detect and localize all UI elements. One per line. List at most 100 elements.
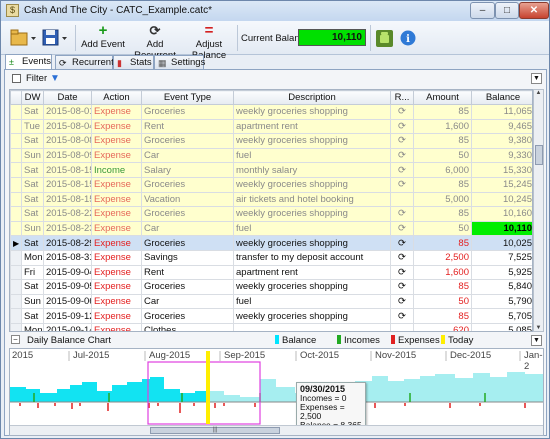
chart-horizontal-scrollbar[interactable]: ||| (10, 425, 543, 435)
legend-label: Incomes (344, 335, 380, 346)
cell-date: 2015-08-31 (43, 249, 92, 266)
row-selector[interactable] (10, 176, 22, 193)
cell-dw: Mon (21, 322, 44, 331)
table-row[interactable]: Sat 2015-08-15 Income Salary monthly salary ⟳… (10, 162, 532, 178)
legend-today[interactable]: Today (441, 335, 473, 346)
chart-scrollbar-thumb[interactable]: ||| (150, 427, 280, 434)
cell-dw: Sat (21, 104, 44, 120)
tab-recurrent[interactable]: ⟳ Recurrent (55, 55, 114, 70)
cell-action: Expense (91, 220, 142, 237)
recurrent-icon: ⟳ (149, 23, 161, 38)
row-selector[interactable] (10, 206, 22, 222)
cell-action: Expense (91, 293, 142, 310)
column-header[interactable]: Amount (413, 90, 472, 105)
android-sync-button[interactable] (375, 27, 395, 49)
add-recurrent-button[interactable]: ⟳ Add Recurrent (127, 23, 183, 61)
cell-amount: 85 (413, 104, 472, 120)
legend-expenses[interactable]: Expenses (391, 335, 440, 346)
info-icon: i (400, 30, 416, 46)
table-row[interactable]: Sat 2015-08-15 Expense Groceries weekly groc… (10, 176, 532, 193)
table-row[interactable]: Sat 2015-08-01 Expense Groceries weekly groc… (10, 104, 532, 120)
row-selector[interactable] (10, 191, 22, 208)
row-selector[interactable]: ▶ (10, 235, 22, 251)
row-selector[interactable] (10, 279, 22, 295)
filter-checkbox[interactable] (12, 74, 21, 83)
table-row[interactable]: Mon 2015-09-14 Expense Clothes 620 5,085 (10, 322, 532, 331)
cell-dw: Tue (21, 118, 44, 135)
legend-balance[interactable]: Balance (275, 335, 316, 346)
column-header[interactable]: Date (43, 90, 92, 105)
minimize-button[interactable]: – (470, 2, 495, 19)
cell-amount: 50 (413, 293, 472, 310)
table-row[interactable]: Tue 2015-08-04 Expense Rent apartment rent ⟳ 1… (10, 118, 532, 135)
add-event-button[interactable]: + Add Event (81, 23, 125, 53)
balance-swatch (275, 335, 279, 344)
row-selector[interactable] (10, 162, 22, 178)
table-row[interactable]: Sat 2015-08-08 Expense Groceries weekly groc… (10, 133, 532, 149)
equals-icon: = (204, 22, 214, 39)
table-row[interactable]: Sat 2015-08-22 Expense Groceries weekly groc… (10, 206, 532, 222)
scroll-down-icon[interactable]: ▼ (534, 325, 543, 331)
row-selector[interactable] (10, 220, 22, 237)
cell-amount: 85 (413, 235, 472, 251)
legend-incomes[interactable]: Incomes (337, 335, 380, 346)
table-row[interactable]: ▶ Sat 2015-08-29 Expense Groceries weekly gro… (10, 235, 532, 251)
maximize-button[interactable]: □ (495, 2, 519, 19)
scroll-up-icon[interactable]: ▲ (534, 90, 543, 96)
cell-amount: 50 (413, 220, 472, 237)
close-button[interactable]: ✕ (519, 2, 549, 19)
cell-desc: fuel (233, 147, 391, 164)
cell-dw: Sat (21, 162, 44, 178)
chart-plot (10, 351, 543, 425)
row-selector[interactable] (10, 293, 22, 310)
expenses-swatch (391, 335, 395, 344)
cell-action: Expense (91, 249, 142, 266)
table-row[interactable]: Fri 2015-09-04 Expense Rent apartment rent ⟳ 1… (10, 264, 532, 281)
tab-events[interactable]: ± Events (5, 54, 52, 70)
table-row[interactable]: Sun 2015-09-06 Expense Car fuel ⟳ 50 5,790 (10, 293, 532, 310)
cell-balance: 9,330 (471, 147, 532, 164)
chart-collapse-icon[interactable]: – (11, 335, 20, 344)
chart-options-icon[interactable]: ▼ (531, 335, 542, 346)
row-selector[interactable] (10, 118, 22, 135)
table-row[interactable]: Sat 2015-09-12 Expense Groceries weekly groc… (10, 308, 532, 324)
row-selector[interactable] (10, 249, 22, 266)
cell-balance: 9,380 (471, 133, 532, 149)
tab-label: Stats (130, 57, 152, 68)
cell-desc: air tickets and hotel booking (233, 191, 391, 208)
add-event-label: Add Event (81, 39, 125, 50)
info-button[interactable]: i (399, 27, 417, 49)
chart-title: Daily Balance Chart (27, 335, 111, 346)
table-row[interactable]: Sun 2015-08-09 Expense Car fuel ⟳ 50 9,330 (10, 147, 532, 164)
table-row[interactable]: Sat 2015-08-15 Expense Vacation air tickets … (10, 191, 532, 208)
toolbar: + Add Event ⟳ Add Recurrent = Adjust Bal… (1, 21, 549, 62)
collapse-filter-icon[interactable]: ▼ (531, 73, 542, 84)
tab-stats[interactable]: ▮ Stats (113, 55, 154, 70)
column-header[interactable]: Event Type (141, 90, 234, 105)
cell-desc: transfer to my deposit account (233, 249, 391, 266)
tab-settings[interactable]: ▦ Settings (154, 55, 205, 70)
funnel-icon[interactable]: ▼ (50, 73, 60, 84)
save-button[interactable] (41, 27, 69, 49)
adjust-balance-button[interactable]: = Adjust Balance (183, 22, 235, 62)
column-header[interactable]: Description (233, 90, 391, 105)
column-header[interactable]: R... (390, 90, 414, 105)
open-file-button[interactable] (9, 27, 37, 49)
row-selector[interactable] (10, 133, 22, 149)
column-header[interactable]: Action (91, 90, 142, 105)
table-row[interactable]: Sun 2015-08-23 Expense Car fuel ⟳ 50 10,110 (10, 220, 532, 237)
cell-balance: 5,085 (471, 322, 532, 331)
row-selector[interactable] (10, 147, 22, 164)
table-vertical-scrollbar[interactable]: ▲ ▼ (533, 89, 544, 332)
table-row[interactable]: Mon 2015-08-31 Expense Savings transfer to m… (10, 249, 532, 266)
column-header[interactable]: Balance (471, 90, 532, 105)
row-selector[interactable] (10, 322, 22, 331)
column-header[interactable]: DW (21, 90, 44, 105)
cell-amount: 1,600 (413, 118, 472, 135)
row-selector[interactable] (10, 104, 22, 120)
scrollbar-thumb[interactable] (535, 145, 543, 165)
daily-balance-chart[interactable]: 2015 Jul-2015 Aug-2015 Sep-2015 Oct-2015… (9, 348, 544, 436)
table-row[interactable]: Sat 2015-09-05 Expense Groceries weekly groc… (10, 279, 532, 295)
row-selector[interactable] (10, 308, 22, 324)
row-selector[interactable] (10, 264, 22, 281)
